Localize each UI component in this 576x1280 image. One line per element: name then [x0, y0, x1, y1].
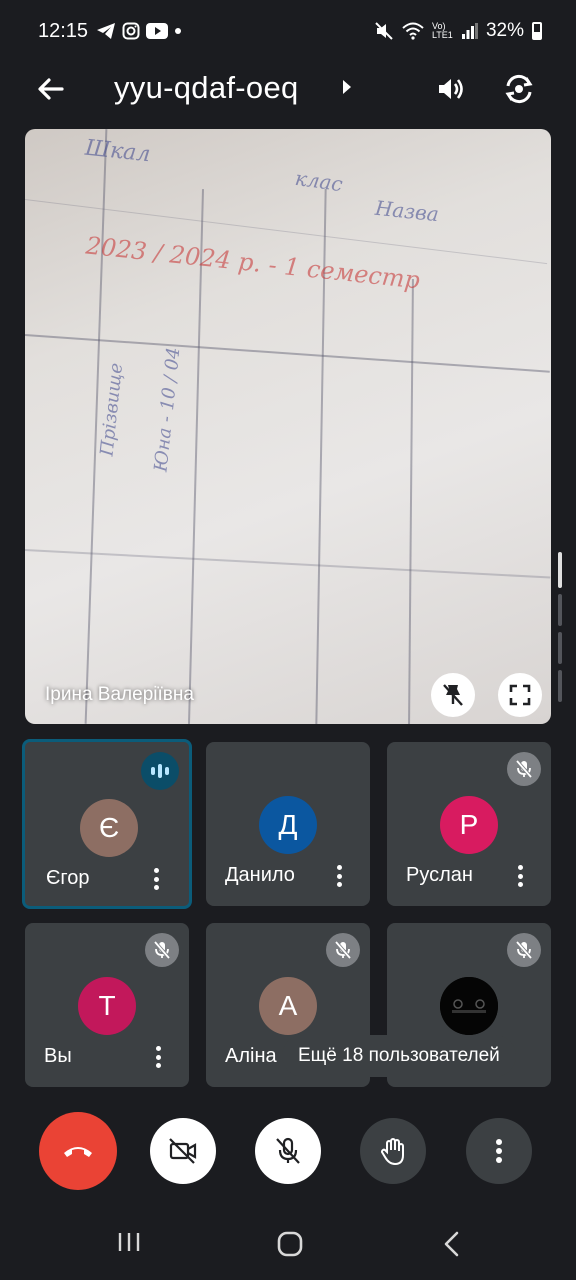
participant-tile[interactable]: Є Єгор — [22, 739, 192, 909]
raise-hand-icon — [381, 1138, 404, 1166]
meeting-code[interactable]: yyu-qdaf-oeq — [114, 70, 299, 106]
youtube-icon — [146, 23, 168, 39]
unpin-button[interactable] — [431, 673, 475, 717]
avatar-photo — [440, 977, 498, 1035]
home-icon[interactable] — [276, 1230, 304, 1258]
recent-apps-icon[interactable] — [116, 1230, 142, 1254]
more-participants-button[interactable]: Ещё 18 пользователей — [282, 1035, 516, 1077]
participant-tile[interactable]: Т Вы — [25, 923, 189, 1087]
participant-name: Руслан — [406, 864, 473, 886]
status-bar: 12:15 Vo) LTE1 32% — [0, 0, 576, 64]
participant-menu-icon[interactable] — [149, 865, 163, 893]
instagram-icon — [122, 22, 140, 40]
mute-icon — [375, 22, 393, 40]
mic-off-icon — [507, 752, 541, 786]
fullscreen-icon — [509, 684, 531, 706]
status-time: 12:15 — [38, 20, 89, 42]
main-video-feed[interactable]: Шкал клас Назва 2023 / 2024 р. - 1 семес… — [25, 129, 551, 724]
battery-icon — [532, 22, 542, 40]
switch-camera-icon[interactable] — [500, 70, 538, 108]
fullscreen-button[interactable] — [498, 673, 542, 717]
mic-off-icon — [276, 1137, 300, 1164]
wifi-icon — [402, 22, 424, 40]
participant-menu-icon[interactable] — [151, 1043, 165, 1071]
participant-tile[interactable]: Р Руслан — [387, 742, 551, 906]
battery-percent: 32% — [485, 20, 524, 41]
status-right: Vo) LTE1 32% — [374, 20, 542, 42]
camera-off-icon — [169, 1138, 197, 1164]
participant-name: Єгор — [46, 867, 90, 889]
unpin-icon — [443, 684, 463, 706]
participant-menu-icon[interactable] — [513, 862, 527, 890]
meeting-details-arrow-icon[interactable] — [343, 80, 351, 94]
more-options-icon — [496, 1139, 502, 1163]
participant-menu-icon[interactable] — [332, 862, 346, 890]
end-call-button[interactable] — [39, 1112, 117, 1190]
participant-name: Данило — [225, 864, 295, 886]
participant-name: Аліна — [225, 1045, 277, 1067]
mic-off-icon — [145, 933, 179, 967]
avatar: Т — [78, 977, 136, 1035]
mic-toggle-button[interactable] — [255, 1118, 321, 1184]
telegram-icon — [97, 23, 115, 39]
speaker-icon[interactable] — [432, 70, 470, 108]
scrollbar-segment — [558, 670, 562, 702]
meeting-header: yyu-qdaf-oeq — [0, 64, 576, 114]
camera-toggle-button[interactable] — [150, 1118, 216, 1184]
participant-tile[interactable]: Д Данило — [206, 742, 370, 906]
network-label: Vo) LTE1 — [431, 21, 453, 40]
scrollbar-segment — [558, 594, 562, 626]
dot-icon — [175, 28, 181, 34]
notification-icons — [96, 22, 182, 40]
more-options-button[interactable] — [466, 1118, 532, 1184]
avatar: Р — [440, 796, 498, 854]
back-arrow-icon[interactable] — [34, 72, 68, 106]
avatar: А — [259, 977, 317, 1035]
participant-name: Вы — [44, 1045, 72, 1067]
mic-off-icon — [507, 933, 541, 967]
signal-icon — [461, 23, 478, 39]
avatar: Д — [259, 796, 317, 854]
speaking-indicator-icon — [141, 752, 179, 790]
scrollbar-thumb[interactable] — [558, 552, 562, 588]
avatar: Є — [80, 799, 138, 857]
mic-off-icon — [326, 933, 360, 967]
nav-back-icon[interactable] — [440, 1230, 464, 1258]
scrollbar-segment — [558, 632, 562, 664]
end-call-icon — [64, 1147, 92, 1157]
raise-hand-button[interactable] — [360, 1118, 426, 1184]
speaker-name-label: Ірина Валеріївна — [45, 684, 194, 705]
